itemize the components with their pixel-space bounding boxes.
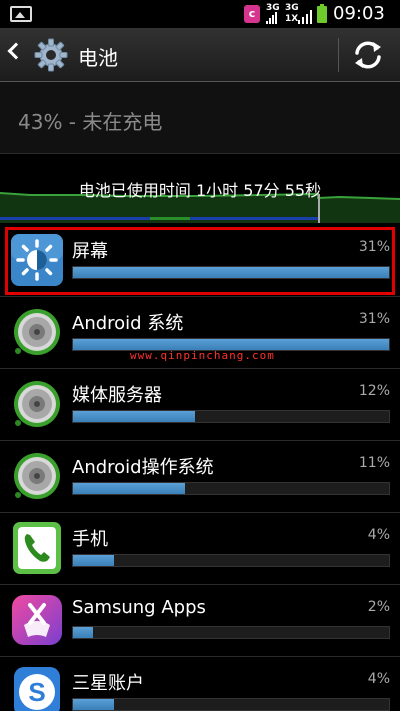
action-bar: 电池 xyxy=(0,28,400,82)
svg-text:S: S xyxy=(28,677,45,707)
image-notification-icon xyxy=(10,6,32,22)
android-system-icon xyxy=(14,309,60,355)
usage-bar-fill xyxy=(73,699,114,710)
list-item[interactable]: 屏幕 31% xyxy=(0,225,400,297)
app-name: 媒体服务器 xyxy=(72,385,162,406)
battery-summary: 43% - 未在充电 xyxy=(0,82,400,154)
battery-usage-time: 电池已使用时间 1小时 57分 55秒 xyxy=(78,181,322,200)
clock: 09:03 xyxy=(333,3,385,24)
app-name: 三星账户 xyxy=(72,673,144,694)
screen-brightness-icon xyxy=(11,234,63,286)
signal-icon-1 xyxy=(266,12,278,24)
usage-percent: 12% xyxy=(358,383,390,399)
usage-percent: 4% xyxy=(367,527,390,543)
signal-icon-2 xyxy=(298,10,312,24)
app-name: 屏幕 xyxy=(72,241,108,262)
battery-icon xyxy=(317,4,327,23)
app-name: 手机 xyxy=(72,529,108,550)
battery-usage-graph[interactable]: 电池已使用时间 1小时 57分 55秒 xyxy=(0,155,400,223)
status-bar: c 3G 3G 1X 09:03 xyxy=(0,0,400,28)
app-name: Android操作系统 xyxy=(72,457,214,478)
usage-percent: 31% xyxy=(358,239,390,255)
samsung-apps-icon xyxy=(12,595,62,645)
gear-icon[interactable] xyxy=(34,38,68,72)
samsung-account-icon: S xyxy=(14,667,60,711)
usage-bar-fill xyxy=(73,267,389,278)
list-item[interactable]: Samsung Apps 2% xyxy=(0,585,400,657)
usage-percent: 4% xyxy=(367,671,390,687)
android-os-icon xyxy=(14,453,60,499)
usage-bar-fill xyxy=(73,555,114,566)
usage-bar xyxy=(72,266,390,279)
list-item[interactable]: 手机 4% xyxy=(0,513,400,585)
watermark: www.qinpinchang.com xyxy=(130,349,275,362)
chevron-left-icon[interactable] xyxy=(7,42,25,60)
usage-bar xyxy=(72,482,390,495)
usage-bar-fill xyxy=(73,411,196,422)
page-title: 电池 xyxy=(78,46,118,70)
usage-bar xyxy=(72,698,390,711)
usage-percent: 11% xyxy=(358,455,390,471)
action-bar-divider xyxy=(338,38,339,72)
battery-status-text: 43% - 未在充电 xyxy=(18,110,163,134)
usage-bar xyxy=(72,554,390,567)
media-server-icon xyxy=(14,381,60,427)
network-type-2: 3G xyxy=(285,3,299,13)
list-item[interactable]: 媒体服务器 12% xyxy=(0,369,400,441)
network-type-2-sub: 1X xyxy=(285,14,299,24)
usage-percent: 31% xyxy=(358,311,390,327)
carrier-badge: c xyxy=(244,5,260,23)
usage-bar xyxy=(72,410,390,423)
app-name: Android 系统 xyxy=(72,313,184,334)
phone-icon xyxy=(13,522,61,574)
list-item[interactable]: Android操作系统 11% xyxy=(0,441,400,513)
usage-bar-fill xyxy=(73,627,94,638)
refresh-icon[interactable] xyxy=(348,36,388,74)
app-name: Samsung Apps xyxy=(72,597,206,618)
list-item[interactable]: S 三星账户 4% xyxy=(0,657,400,711)
usage-percent: 2% xyxy=(367,599,390,615)
usage-bar-fill xyxy=(73,483,186,494)
usage-bar xyxy=(72,626,390,639)
